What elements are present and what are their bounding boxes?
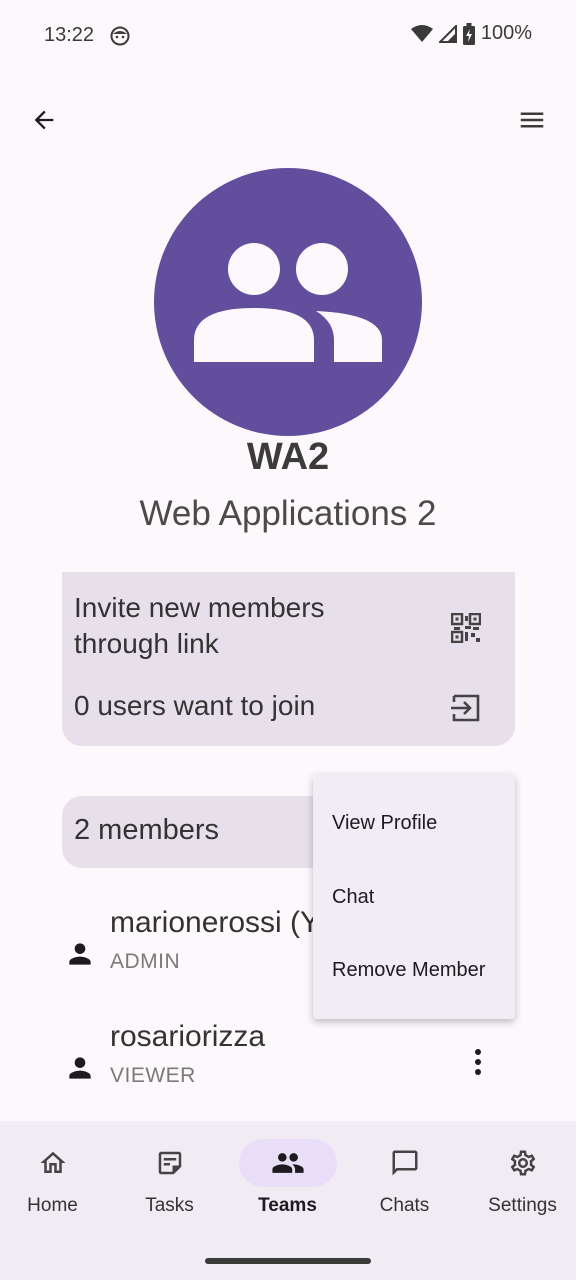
person-icon bbox=[69, 1057, 91, 1079]
qr-code-icon bbox=[451, 613, 481, 643]
cell-signal-icon bbox=[438, 24, 457, 43]
menu-button[interactable] bbox=[512, 96, 552, 144]
person-icon bbox=[69, 943, 91, 965]
nav-home-label: Home bbox=[27, 1195, 78, 1216]
home-icon bbox=[40, 1151, 65, 1173]
invite-link-label: Invite new members through link bbox=[74, 592, 325, 659]
members-count: 2 members bbox=[74, 814, 220, 846]
wifi-icon bbox=[410, 24, 433, 42]
members-count-card: 2 members bbox=[62, 796, 322, 868]
team-name: Web Applications 2 bbox=[139, 494, 437, 533]
nav-teams-indicator bbox=[238, 1139, 337, 1187]
nav-teams[interactable]: Teams bbox=[229, 1139, 346, 1229]
nav-chats[interactable]: Chats bbox=[346, 1139, 463, 1229]
nav-settings-indicator bbox=[474, 1139, 572, 1187]
menu-item-chat[interactable]: Chat bbox=[313, 860, 515, 934]
top-app-bar bbox=[0, 96, 576, 144]
join-requests-label: 0 users want to join bbox=[74, 690, 316, 721]
status-time: 13:22 bbox=[44, 24, 95, 46]
notification-face-icon bbox=[110, 26, 130, 46]
team-avatar bbox=[154, 168, 422, 436]
menu-item-remove-member[interactable]: Remove Member bbox=[313, 933, 515, 1007]
member-name: marionerossi (Y bbox=[110, 906, 321, 939]
nav-tasks[interactable]: Tasks bbox=[111, 1139, 228, 1229]
member-role: VIEWER bbox=[110, 1064, 196, 1087]
nav-chats-label: Chats bbox=[379, 1195, 430, 1216]
login-icon bbox=[451, 694, 480, 722]
group-icon bbox=[194, 243, 382, 362]
chat-bubble-icon bbox=[392, 1150, 417, 1176]
member-row[interactable]: rosariorizza VIEWER bbox=[0, 1020, 576, 1110]
nav-teams-label: Teams bbox=[258, 1195, 317, 1216]
qr-code-button[interactable] bbox=[446, 608, 486, 648]
nav-tasks-label: Tasks bbox=[145, 1195, 194, 1216]
tasks-icon bbox=[158, 1151, 181, 1175]
team-code: WA2 bbox=[246, 436, 330, 478]
member-role: ADMIN bbox=[110, 950, 181, 973]
nav-chats-indicator bbox=[356, 1139, 454, 1187]
member-name: rosariorizza bbox=[110, 1020, 266, 1053]
hamburger-menu-icon bbox=[520, 112, 544, 128]
gear-icon bbox=[510, 1150, 535, 1176]
bottom-navigation: Home Tasks Teams Chats Settings bbox=[0, 1121, 576, 1280]
member-context-menu: View Profile Chat Remove Member bbox=[313, 774, 515, 1019]
battery-charging-icon bbox=[462, 22, 475, 45]
teams-icon bbox=[271, 1153, 304, 1173]
status-bar: 13:22 100% bbox=[0, 0, 576, 72]
nav-home-indicator bbox=[4, 1139, 102, 1187]
nav-settings[interactable]: Settings bbox=[464, 1139, 576, 1229]
more-vert-icon bbox=[475, 1049, 481, 1075]
nav-settings-label: Settings bbox=[488, 1195, 557, 1216]
battery-percent: 100% bbox=[480, 22, 532, 44]
back-button[interactable] bbox=[24, 96, 64, 144]
status-icons: 100% bbox=[410, 22, 532, 45]
arrow-back-icon bbox=[34, 110, 54, 130]
member-more-button[interactable] bbox=[462, 1038, 494, 1086]
menu-item-view-profile[interactable]: View Profile bbox=[313, 786, 515, 860]
nav-home[interactable]: Home bbox=[0, 1139, 111, 1229]
invite-card: Invite new members through link 0 users … bbox=[62, 572, 515, 746]
gesture-home-indicator[interactable] bbox=[205, 1258, 371, 1264]
join-requests-button[interactable] bbox=[446, 688, 486, 728]
nav-tasks-indicator bbox=[121, 1139, 219, 1187]
